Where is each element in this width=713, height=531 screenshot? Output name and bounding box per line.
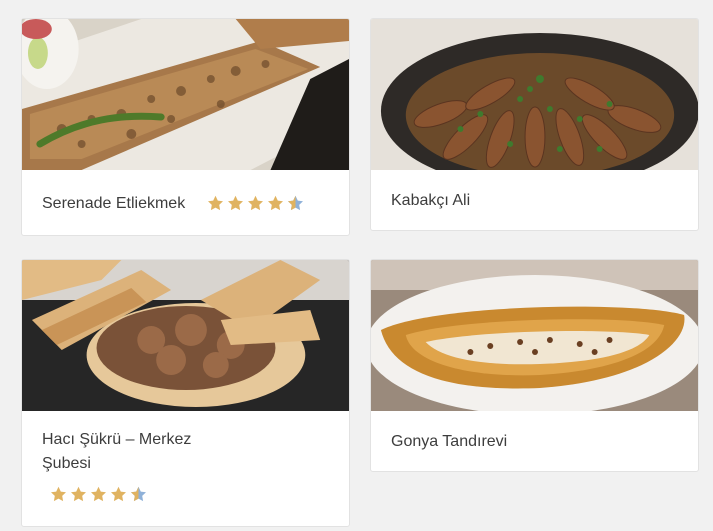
star-icon (91, 486, 106, 502)
star-icon (288, 195, 303, 211)
star-icon (248, 195, 263, 211)
rating-stars (50, 486, 147, 503)
restaurant-photo[interactable] (22, 260, 349, 411)
star-icon (51, 486, 66, 502)
restaurant-name[interactable]: Serenade Etliekmek (42, 192, 185, 216)
star-icon (228, 195, 243, 211)
restaurant-card[interactable]: Hacı Şükrü – Merkez Şubesi (21, 259, 350, 527)
restaurant-photo[interactable] (371, 19, 698, 170)
star-icon (71, 486, 86, 502)
star-icon (268, 195, 283, 211)
restaurant-card[interactable]: Serenade Etliekmek (21, 18, 350, 236)
restaurant-name[interactable]: Kabakçı Ali (391, 189, 470, 213)
restaurant-card[interactable]: Gonya Tandırevi (370, 259, 699, 472)
restaurant-name[interactable]: Hacı Şükrü – Merkez Şubesi (42, 428, 222, 476)
rating-stars (207, 195, 304, 212)
restaurant-photo[interactable] (371, 260, 698, 411)
star-icon (111, 486, 126, 502)
restaurant-card[interactable]: Kabakçı Ali (370, 18, 699, 231)
restaurant-photo[interactable] (22, 19, 349, 170)
restaurant-name[interactable]: Gonya Tandırevi (391, 430, 507, 454)
star-icon (208, 195, 223, 211)
star-icon (131, 486, 146, 502)
